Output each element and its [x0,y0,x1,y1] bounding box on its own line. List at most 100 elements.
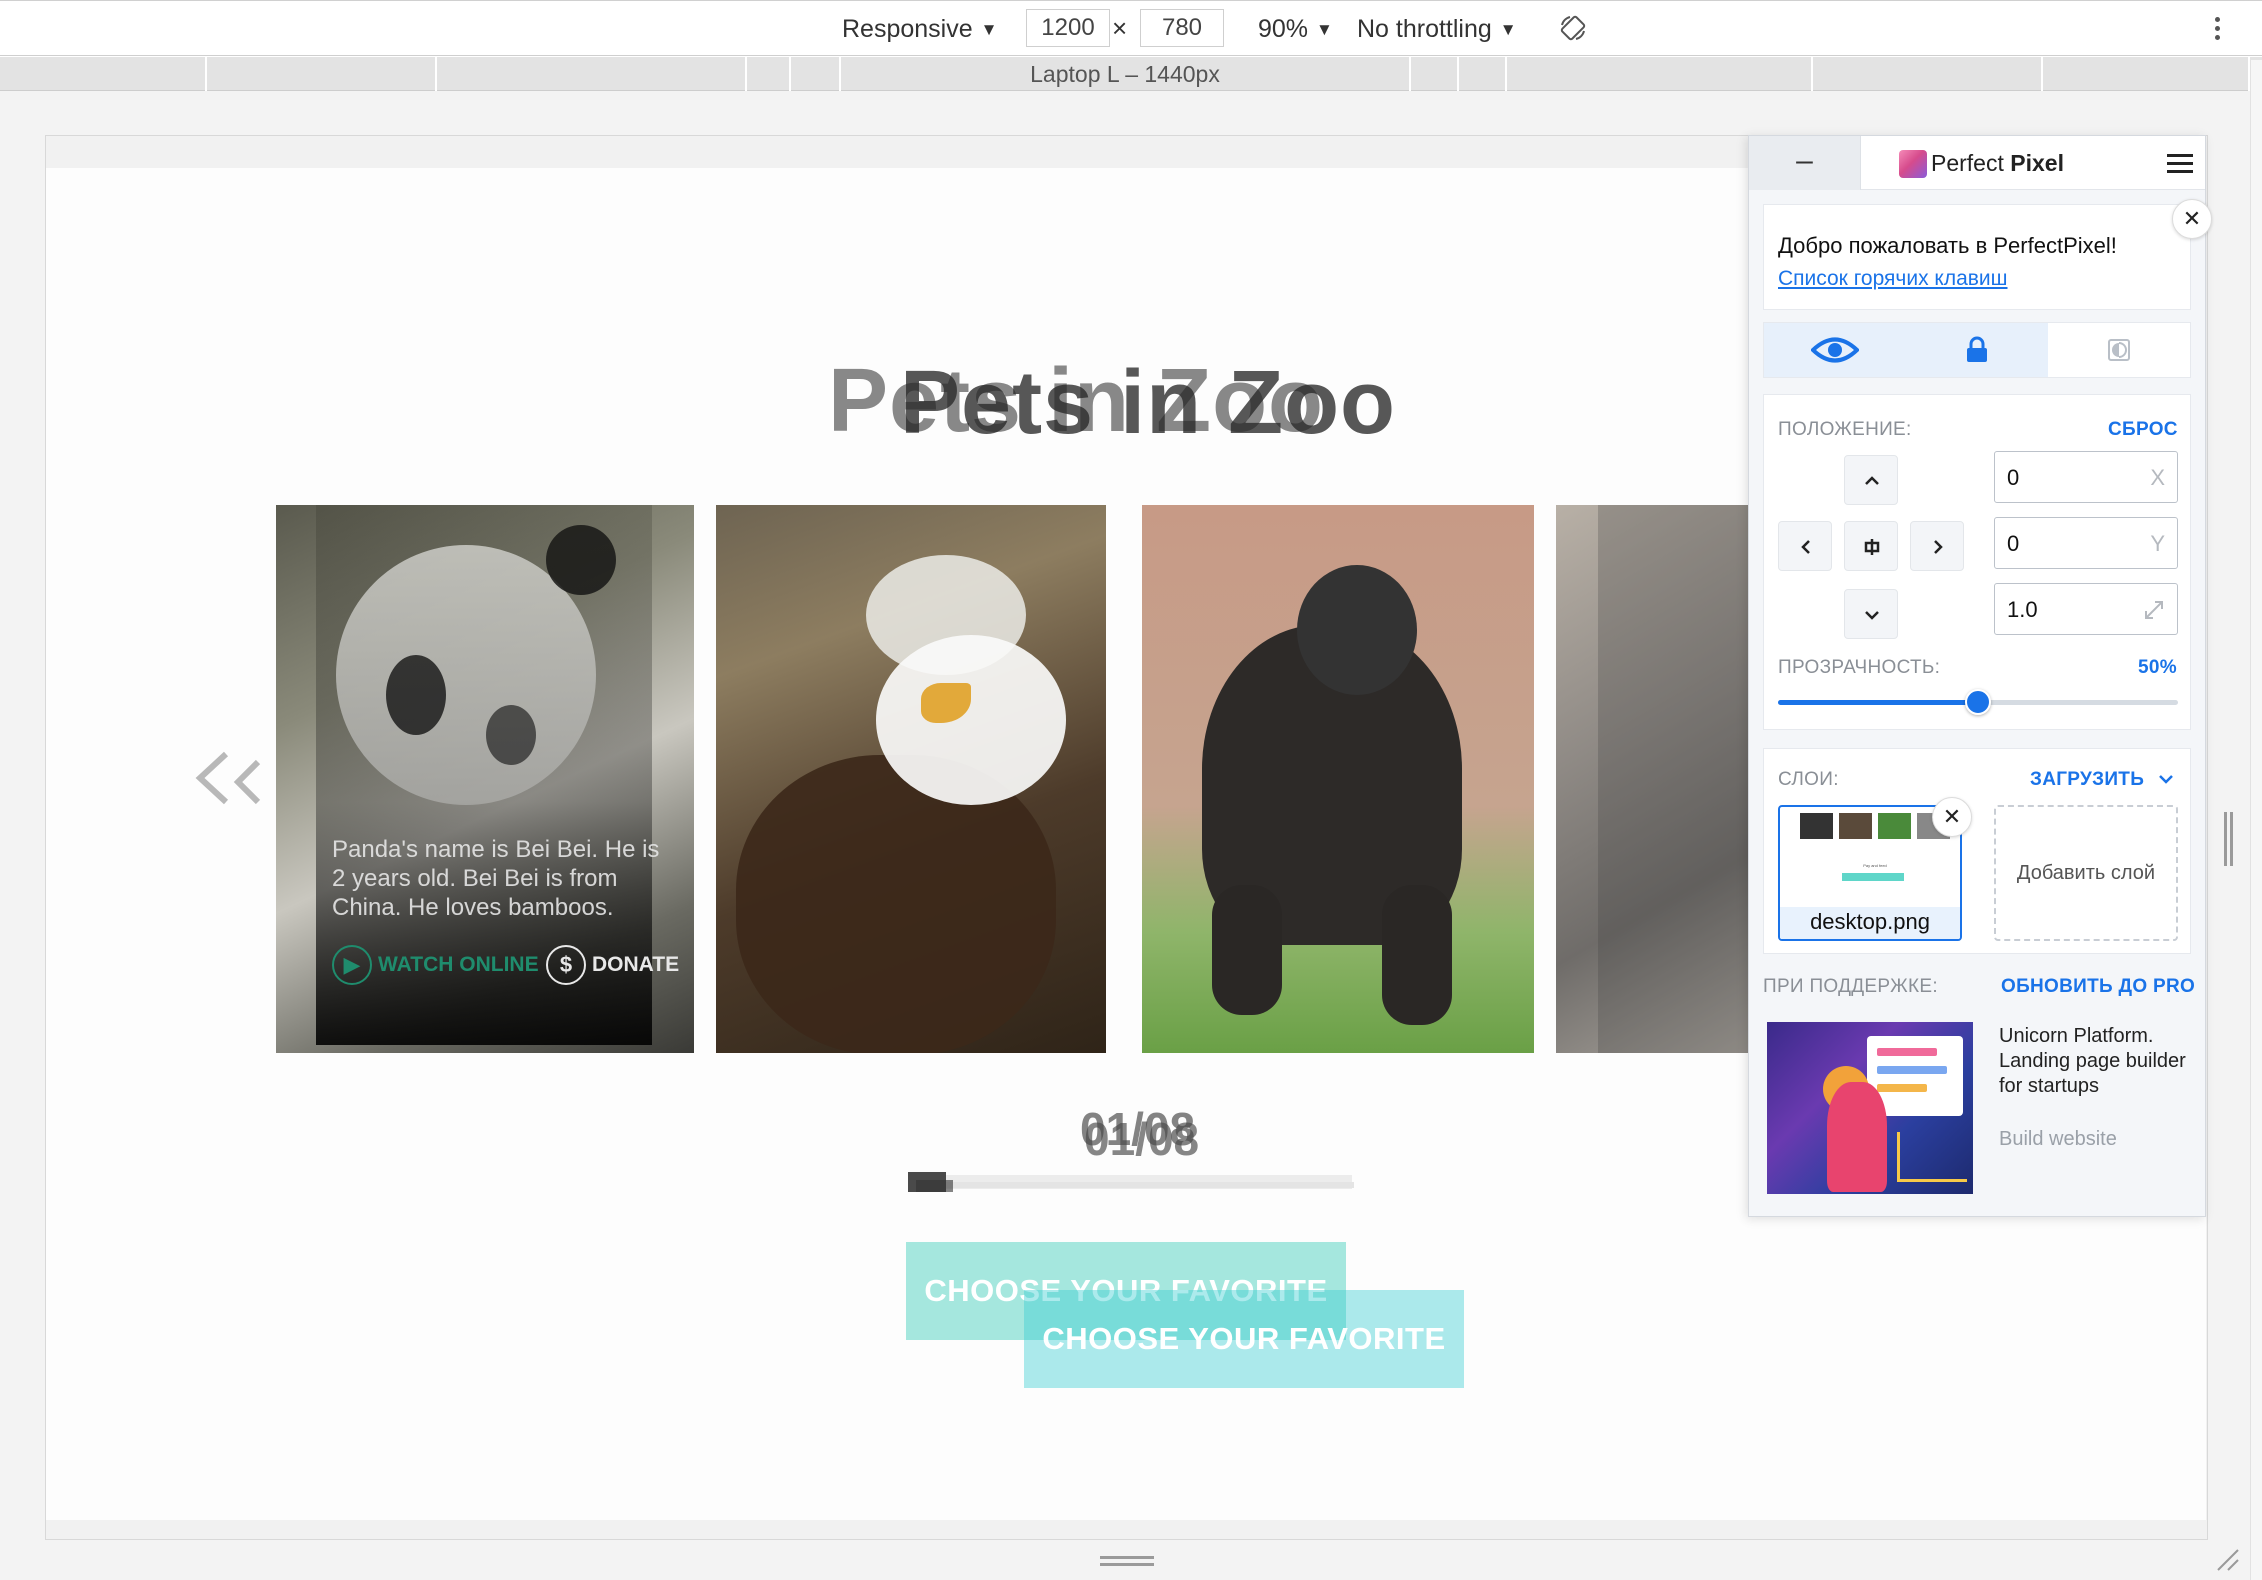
chevron-down-icon [2158,775,2173,784]
slide-counter: 01/08 [1084,1113,1200,1165]
illustration-bar [1877,1084,1927,1092]
upload-button[interactable]: ЗАГРУЗИТЬ [2030,769,2174,791]
viewport-height-input[interactable]: 780 [1140,9,1224,47]
opacity-slider-thumb[interactable] [1965,689,1991,715]
chevron-right-icon [1934,540,1943,554]
slider-progress-fill-overlay [916,1180,953,1192]
toggle-visibility-button[interactable] [1764,323,1906,377]
media-query-bar: Laptop L – 1440px [0,57,2262,91]
lock-button[interactable] [1906,323,2048,377]
y-offset-input[interactable]: 0 Y [1994,517,2178,569]
caret-down-icon: ▼ [1499,20,1517,39]
upgrade-pro-link[interactable]: ОБНОВИТЬ ДО PRO [2001,976,2195,998]
device-select[interactable]: Responsive ▼ [842,11,997,47]
scale-input[interactable]: 1.0 [1994,583,2178,635]
gorilla-leg [1212,885,1282,1015]
move-down-button[interactable] [1844,589,1898,639]
layers-section: СЛОИ: ЗАГРУЗИТЬ Pay and feed desktop.png… [1763,748,2191,954]
watch-online-label: WATCH ONLINE [378,953,539,976]
donate-label: DONATE [592,953,680,976]
throttling-label: No throttling [1357,15,1492,43]
throttling-select[interactable]: No throttling ▼ [1357,11,1517,47]
scale-value: 1.0 [2007,597,2038,622]
resize-handle-right[interactable] [2224,812,2236,866]
play-icon: ▶ [332,945,372,985]
invert-colors-button[interactable] [2048,323,2190,377]
eagle-photo [736,755,1056,1053]
panel-header: – Perfect Pixel [1749,136,2205,190]
welcome-notice: Добро пожаловать в PerfectPixel! Список … [1763,199,2212,310]
resize-corner-icon[interactable] [2214,1546,2240,1572]
position-section: ПОЛОЖЕНИЕ: СБРОС 0 X 0 Y 1.0 ПРОЗРАЧНОСТ… [1763,394,2191,730]
pet-card-partial[interactable] [1556,505,1748,1053]
perfect-pixel-panel: – Perfect Pixel Добро пожаловать в Perfe… [1748,135,2212,1217]
layer-name: desktop.png [1810,909,1930,934]
move-left-button[interactable] [1778,521,1832,571]
move-up-button[interactable] [1844,455,1898,505]
hotkeys-link[interactable]: Список горячих клавиш [1778,267,2008,291]
build-website-link[interactable]: Build website [1999,1128,2117,1151]
center-button[interactable] [1844,521,1898,571]
pet-card-eagle[interactable] [716,505,1106,1053]
hamburger-menu-icon[interactable] [2167,154,2193,174]
device-select-label: Responsive [842,15,973,43]
x-axis-label: X [2150,465,2165,490]
remove-layer-icon[interactable]: ✕ [1932,797,1972,837]
support-label: ПРИ ПОДДЕРЖКЕ: [1763,976,1938,997]
mode-toolbar [1763,322,2191,378]
caret-down-icon: ▼ [1316,20,1333,39]
chevron-left-icon [1801,540,1810,554]
card-actions: ▶ WATCH ONLINE $ DONATE [332,945,692,985]
x-offset-value: 0 [2007,465,2020,490]
sponsor-illustration[interactable] [1767,1022,1973,1194]
move-right-button[interactable] [1910,521,1964,571]
welcome-text: Добро пожаловать в PerfectPixel! [1778,233,2117,258]
choose-favorite-button[interactable]: CHOOSE YOUR FAVORITE [1024,1290,1464,1388]
devtools-scrollbar[interactable] [2250,60,2262,1580]
resize-handle-bottom[interactable] [1100,1556,1154,1566]
add-layer-button[interactable]: Добавить слой [1994,805,2178,941]
position-label: ПОЛОЖЕНИЕ: [1778,419,1912,440]
eagle-head [876,635,1066,805]
opacity-value: 50% [2138,657,2177,678]
invert-icon [2108,339,2130,361]
illustration-bar [1877,1066,1947,1074]
eye-icon [1811,337,1859,363]
layer-preview [1800,813,1950,839]
illustration-chart [1897,1132,1967,1182]
rotate-icon[interactable] [1558,13,1588,43]
gorilla-head [1297,565,1417,695]
page-title: Pets in Zoo [900,353,1397,453]
reset-button[interactable]: СБРОС [2108,419,2178,441]
upload-label: ЗАГРУЗИТЬ [2030,769,2145,790]
y-offset-value: 0 [2007,531,2020,556]
slider-progress-track-overlay [918,1182,1354,1188]
double-chevron-left-icon[interactable] [190,740,270,820]
dollar-icon: $ [546,945,586,985]
media-query-label: Laptop L – 1440px [1030,61,1220,87]
brand-light: Perfect [1931,150,2011,176]
illustration-bar [1877,1048,1937,1056]
close-icon[interactable]: ✕ [2172,199,2212,239]
layers-label: СЛОИ: [1778,769,1839,790]
sponsor-title: Unicorn Platform. Landing page builder f… [1999,1025,2186,1097]
scale-icon [2145,601,2163,619]
watch-online-button[interactable]: ▶ WATCH ONLINE [332,945,539,985]
chevron-down-icon [1865,611,1879,620]
pet-card-gorilla[interactable] [1142,505,1534,1053]
donate-button[interactable]: $ DONATE [546,945,679,985]
zoom-select[interactable]: 90% ▼ [1258,11,1333,47]
minimize-button[interactable]: – [1749,136,1861,190]
x-offset-input[interactable]: 0 X [1994,451,2178,503]
pet-description: Panda's name is Bei Bei. He is 2 years o… [332,836,660,921]
caret-down-icon: ▼ [980,20,998,39]
more-options-icon[interactable] [2212,17,2222,45]
y-axis-label: Y [2150,531,2165,556]
perfect-pixel-logo [1899,150,1927,178]
pet-card-panda[interactable]: Panda's name is Bei Bei. He is 2 years o… [276,505,694,1053]
chevron-up-icon [1865,476,1879,485]
device-toolbar: Responsive ▼ 1200 × 780 90% ▼ No throttlin… [0,0,2262,56]
viewport-width-input[interactable]: 1200 [1026,9,1110,47]
center-icon [1864,539,1880,555]
lock-icon [1967,336,1987,362]
